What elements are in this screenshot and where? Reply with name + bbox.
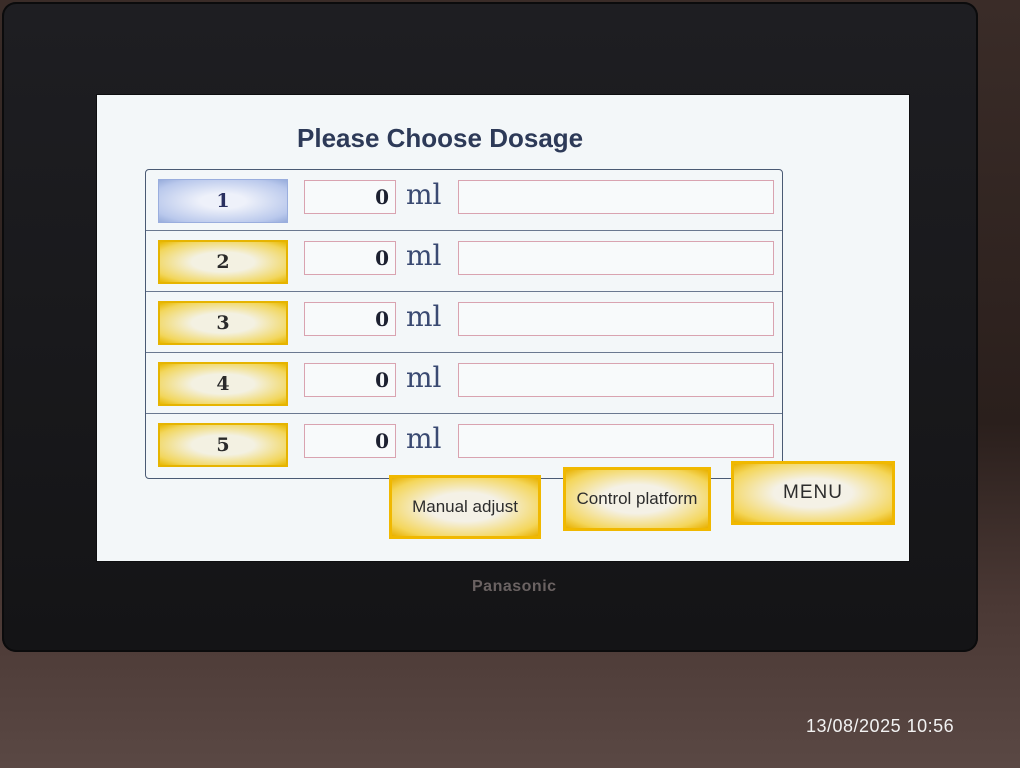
dosage-select-button-5[interactable]: 5 (158, 423, 288, 467)
menu-button[interactable]: MENU (731, 461, 895, 525)
dosage-row-5: 5 0 ml (146, 414, 782, 474)
dosage-value-field-4[interactable]: 0 (304, 363, 396, 397)
dosage-name-field-2[interactable] (458, 241, 774, 275)
dosage-value-field-5[interactable]: 0 (304, 424, 396, 458)
photo-timestamp: 13/08/2025 10:56 (806, 716, 955, 736)
dosage-name-field-1[interactable] (458, 180, 774, 214)
dosage-table: 1 0 ml 2 0 ml 3 0 ml 4 0 ml 5 0 ml (145, 169, 783, 479)
dosage-unit-label-3: ml (406, 300, 442, 333)
dosage-value-field-3[interactable]: 0 (304, 302, 396, 336)
dosage-name-field-4[interactable] (458, 363, 774, 397)
dosage-select-button-2[interactable]: 2 (158, 240, 288, 284)
dosage-select-button-4[interactable]: 4 (158, 362, 288, 406)
manual-adjust-button[interactable]: Manual adjust (389, 475, 541, 539)
hmi-bezel: Please Choose Dosage 1 0 ml 2 0 ml 3 0 m… (2, 2, 978, 652)
brand-logo: Panasonic (472, 578, 557, 595)
control-platform-button[interactable]: Control platform (563, 467, 711, 531)
dosage-select-button-3[interactable]: 3 (158, 301, 288, 345)
dosage-row-1: 1 0 ml (146, 170, 782, 231)
dosage-row-3: 3 0 ml (146, 292, 782, 353)
dosage-select-button-1[interactable]: 1 (158, 179, 288, 223)
dosage-value-field-2[interactable]: 0 (304, 241, 396, 275)
page-title: Please Choose Dosage (297, 123, 584, 153)
dosage-name-field-5[interactable] (458, 424, 774, 458)
dosage-row-4: 4 0 ml (146, 353, 782, 414)
dosage-name-field-3[interactable] (458, 302, 774, 336)
dosage-unit-label-4: ml (406, 361, 442, 394)
dosage-unit-label-5: ml (406, 422, 442, 455)
touch-screen: Please Choose Dosage 1 0 ml 2 0 ml 3 0 m… (96, 94, 910, 562)
dosage-row-2: 2 0 ml (146, 231, 782, 292)
dosage-unit-label-2: ml (406, 239, 442, 272)
dosage-unit-label-1: ml (406, 178, 442, 211)
dosage-value-field-1[interactable]: 0 (304, 180, 396, 214)
